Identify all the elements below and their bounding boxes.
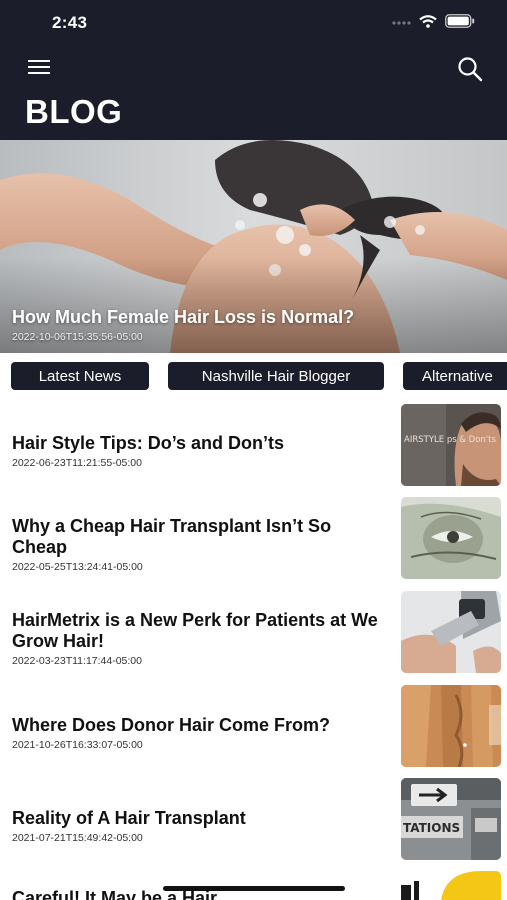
post-thumbnail — [401, 871, 501, 900]
home-indicator — [163, 886, 345, 891]
list-item[interactable]: Where Does Donor Hair Come From? 2021-10… — [0, 682, 507, 772]
tab-alternative[interactable]: Alternative — [403, 362, 507, 390]
featured-post-date: 2022-10-06T15:35:56-05:00 — [12, 331, 143, 343]
post-date: 2021-07-21T15:49:42-05:00 — [12, 832, 143, 844]
signal-icon — [392, 21, 411, 25]
search-icon[interactable] — [457, 56, 483, 82]
post-thumbnail-text: TATIONS — [403, 821, 460, 835]
post-thumbnail: TATIONS — [401, 778, 501, 860]
post-title: Why a Cheap Hair Transplant Isn’t So Che… — [12, 516, 332, 557]
post-title: Where Does Donor Hair Come From? — [12, 715, 331, 735]
list-item[interactable]: HairMetrix is a New Perk for Patients at… — [0, 588, 507, 678]
status-icons — [391, 14, 475, 28]
page-title: BLOG — [25, 93, 123, 130]
post-title: HairMetrix is a New Perk for Patients at… — [12, 610, 378, 651]
post-date: 2022-06-23T11:21:55-05:00 — [12, 457, 142, 469]
post-thumbnail — [401, 685, 501, 767]
tab-nashville-hair-blogger[interactable]: Nashville Hair Blogger — [168, 362, 384, 390]
list-item[interactable]: Reality of A Hair Transplant 2021-07-21T… — [0, 775, 507, 865]
app-header: 2:43 BLOG — [0, 0, 507, 140]
post-date: 2022-03-23T11:17:44-05:00 — [12, 655, 142, 667]
list-item[interactable]: Careful! It May be a Hair... — [0, 868, 507, 900]
status-time: 2:43 — [52, 13, 88, 32]
post-date: 2022-05-25T13:24:41-05:00 — [12, 561, 143, 573]
wifi-icon — [419, 14, 437, 28]
post-thumbnail-text: AIRSTYLE ps & Don'ts — [404, 435, 496, 445]
menu-icon[interactable] — [28, 58, 50, 76]
post-thumbnail — [401, 591, 501, 673]
battery-icon — [445, 14, 475, 28]
tab-latest-news[interactable]: Latest News — [11, 362, 149, 390]
post-thumbnail — [401, 497, 501, 579]
post-date: 2021-10-26T16:33:07-05:00 — [12, 739, 143, 751]
post-title: Hair Style Tips: Do’s and Don’ts — [12, 433, 285, 453]
post-title: Reality of A Hair Transplant — [12, 808, 246, 828]
category-tabs: Latest News Nashville Hair Blogger Alter… — [0, 362, 507, 392]
featured-post-title[interactable]: How Much Female Hair Loss is Normal? — [12, 307, 354, 328]
list-item[interactable]: Why a Cheap Hair Transplant Isn’t So Che… — [0, 494, 507, 584]
post-thumbnail: AIRSTYLE ps & Don'ts — [401, 404, 501, 486]
list-item[interactable]: Hair Style Tips: Do’s and Don’ts 2022-06… — [0, 400, 507, 490]
